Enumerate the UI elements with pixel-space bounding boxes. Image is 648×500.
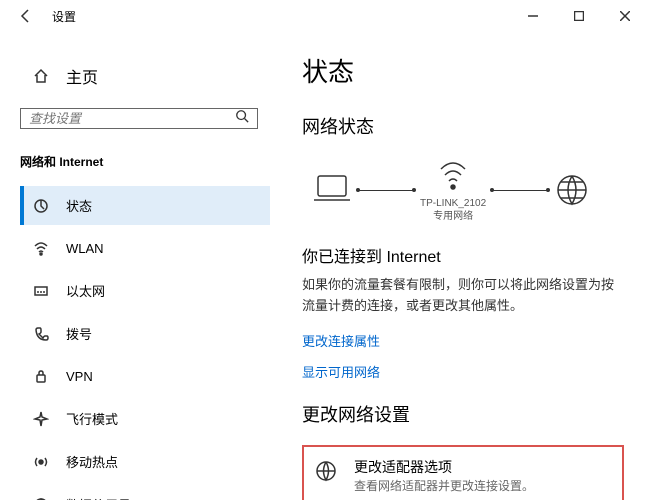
ethernet-icon bbox=[32, 282, 50, 300]
vpn-icon bbox=[32, 367, 50, 385]
back-button[interactable] bbox=[16, 6, 36, 26]
wifi-router-icon bbox=[435, 157, 471, 193]
dialup-icon bbox=[32, 325, 50, 343]
network-status-title: 网络状态 bbox=[302, 113, 624, 139]
network-diagram: TP-LINK_2102 专用网络 bbox=[302, 157, 624, 223]
home-icon bbox=[32, 67, 50, 85]
sidebar-item-ethernet[interactable]: 以太网 bbox=[20, 271, 270, 310]
sidebar-item-airplane[interactable]: 飞行模式 bbox=[20, 399, 270, 438]
nav-label: 移动热点 bbox=[66, 452, 118, 471]
device-node bbox=[312, 172, 352, 208]
laptop-icon bbox=[312, 172, 352, 208]
wifi-icon bbox=[32, 239, 50, 257]
nav-label: 数据使用量 bbox=[66, 495, 131, 500]
window-title: 设置 bbox=[52, 8, 76, 25]
search-icon bbox=[235, 109, 249, 128]
body: 主页 网络和 Internet 状态 WLAN bbox=[0, 32, 648, 500]
home-nav[interactable]: 主页 bbox=[20, 56, 270, 96]
page-title: 状态 bbox=[302, 52, 624, 89]
link-show-networks[interactable]: 显示可用网络 bbox=[302, 362, 624, 381]
titlebar: 设置 bbox=[0, 0, 648, 32]
setting-label: 更改适配器选项 bbox=[354, 457, 534, 477]
hotspot-icon bbox=[32, 453, 50, 471]
connection-line bbox=[358, 190, 414, 191]
router-node: TP-LINK_2102 专用网络 bbox=[420, 157, 486, 223]
sidebar: 主页 网络和 Internet 状态 WLAN bbox=[0, 32, 270, 500]
close-button[interactable] bbox=[602, 0, 648, 32]
setting-text: 更改适配器选项 查看网络适配器并更改连接设置。 bbox=[354, 457, 534, 494]
setting-desc: 查看网络适配器并更改连接设置。 bbox=[354, 477, 534, 494]
sidebar-item-wlan[interactable]: WLAN bbox=[20, 229, 270, 267]
main-content: 状态 网络状态 TP-LINK_2102 专用网络 你已连接到 Internet… bbox=[270, 32, 648, 500]
connection-line bbox=[492, 190, 548, 191]
link-connection-properties[interactable]: 更改连接属性 bbox=[302, 331, 624, 350]
nav-label: 拨号 bbox=[66, 324, 92, 343]
nav-label: 以太网 bbox=[66, 281, 105, 300]
sidebar-item-status[interactable]: 状态 bbox=[20, 186, 270, 225]
home-label: 主页 bbox=[66, 64, 98, 88]
globe-icon bbox=[554, 172, 590, 208]
change-settings-title: 更改网络设置 bbox=[302, 401, 624, 427]
sidebar-item-vpn[interactable]: VPN bbox=[20, 357, 270, 395]
search-input[interactable] bbox=[29, 111, 235, 126]
status-icon bbox=[32, 197, 50, 215]
nav-label: WLAN bbox=[66, 241, 104, 256]
search-box[interactable] bbox=[20, 108, 258, 129]
minimize-button[interactable] bbox=[510, 0, 556, 32]
titlebar-left: 设置 bbox=[16, 6, 76, 26]
airplane-icon bbox=[32, 410, 50, 428]
datausage-icon bbox=[32, 496, 50, 500]
sidebar-item-dialup[interactable]: 拨号 bbox=[20, 314, 270, 353]
sidebar-item-hotspot[interactable]: 移动热点 bbox=[20, 442, 270, 481]
router-label: TP-LINK_2102 专用网络 bbox=[420, 197, 486, 223]
connected-title: 你已连接到 Internet bbox=[302, 243, 624, 267]
nav-label: VPN bbox=[66, 369, 93, 384]
window-controls bbox=[510, 0, 648, 32]
setting-adapter-options[interactable]: 更改适配器选项 查看网络适配器并更改连接设置。 bbox=[302, 445, 624, 500]
maximize-button[interactable] bbox=[556, 0, 602, 32]
adapter-icon bbox=[312, 457, 340, 485]
sidebar-item-datausage[interactable]: 数据使用量 bbox=[20, 485, 270, 500]
connected-desc: 如果你的流量套餐有限制，则你可以将此网络设置为按流量计费的连接，或者更改其他属性… bbox=[302, 275, 624, 317]
internet-node bbox=[554, 172, 590, 208]
nav-label: 飞行模式 bbox=[66, 409, 118, 428]
nav-label: 状态 bbox=[66, 196, 92, 215]
sidebar-category: 网络和 Internet bbox=[20, 145, 270, 182]
